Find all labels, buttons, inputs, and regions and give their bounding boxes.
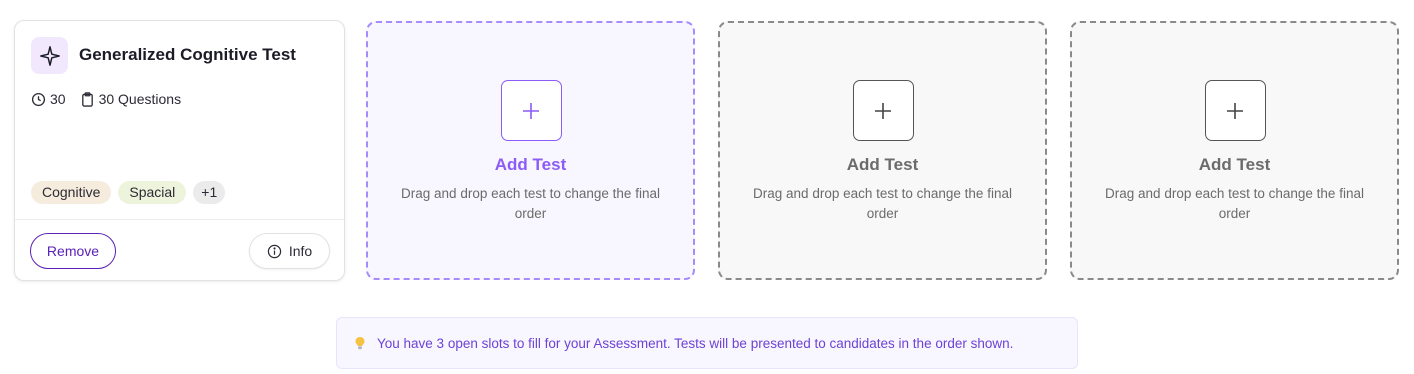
plus-icon bbox=[875, 102, 891, 119]
plus-icon bbox=[523, 102, 539, 119]
tag-cognitive: Cognitive bbox=[31, 181, 112, 204]
plus-icon bbox=[1227, 102, 1243, 119]
info-icon bbox=[267, 244, 282, 258]
add-test-button[interactable] bbox=[852, 80, 914, 141]
slot-title: Add Test bbox=[846, 155, 919, 174]
question-count: 30 Questions bbox=[80, 91, 182, 107]
add-test-slot-1[interactable]: Add Test Drag and drop each test to chan… bbox=[366, 21, 695, 280]
duration-value: 30 bbox=[50, 91, 66, 107]
info-button[interactable]: Info bbox=[249, 233, 330, 269]
remove-button[interactable]: Remove bbox=[30, 233, 116, 269]
question-count-value: 30 Questions bbox=[98, 91, 182, 107]
tag-more[interactable]: +1 bbox=[193, 181, 226, 204]
tag-spacial: Spacial bbox=[118, 181, 187, 204]
slot-title: Add Test bbox=[1198, 155, 1271, 174]
test-title: Generalized Cognitive Test bbox=[79, 45, 296, 64]
add-test-slot-2[interactable]: Add Test Drag and drop each test to chan… bbox=[718, 21, 1047, 280]
slot-description: Drag and drop each test to change the fi… bbox=[1105, 186, 1364, 221]
duration: 30 bbox=[31, 91, 66, 107]
slot-description: Drag and drop each test to change the fi… bbox=[753, 186, 1012, 221]
add-test-button[interactable] bbox=[1204, 80, 1266, 141]
open-slots-banner: You have 3 open slots to fill for your A… bbox=[336, 317, 1078, 369]
banner-text: You have 3 open slots to fill for your A… bbox=[377, 335, 1014, 351]
test-card: Generalized Cognitive Test 30 30 Questio… bbox=[14, 20, 345, 281]
lightbulb-icon bbox=[354, 336, 366, 350]
divider bbox=[15, 219, 344, 220]
sparkle-icon bbox=[31, 37, 68, 74]
slot-title: Add Test bbox=[494, 155, 567, 174]
add-test-slot-3[interactable]: Add Test Drag and drop each test to chan… bbox=[1070, 21, 1399, 280]
clock-icon bbox=[31, 92, 46, 106]
add-test-button[interactable] bbox=[500, 80, 562, 141]
tag-list: Cognitive Spacial +1 bbox=[31, 181, 226, 204]
clipboard-icon bbox=[81, 91, 93, 107]
test-meta: 30 30 Questions bbox=[31, 91, 181, 107]
info-label: Info bbox=[288, 243, 313, 259]
slot-description: Drag and drop each test to change the fi… bbox=[401, 186, 660, 221]
